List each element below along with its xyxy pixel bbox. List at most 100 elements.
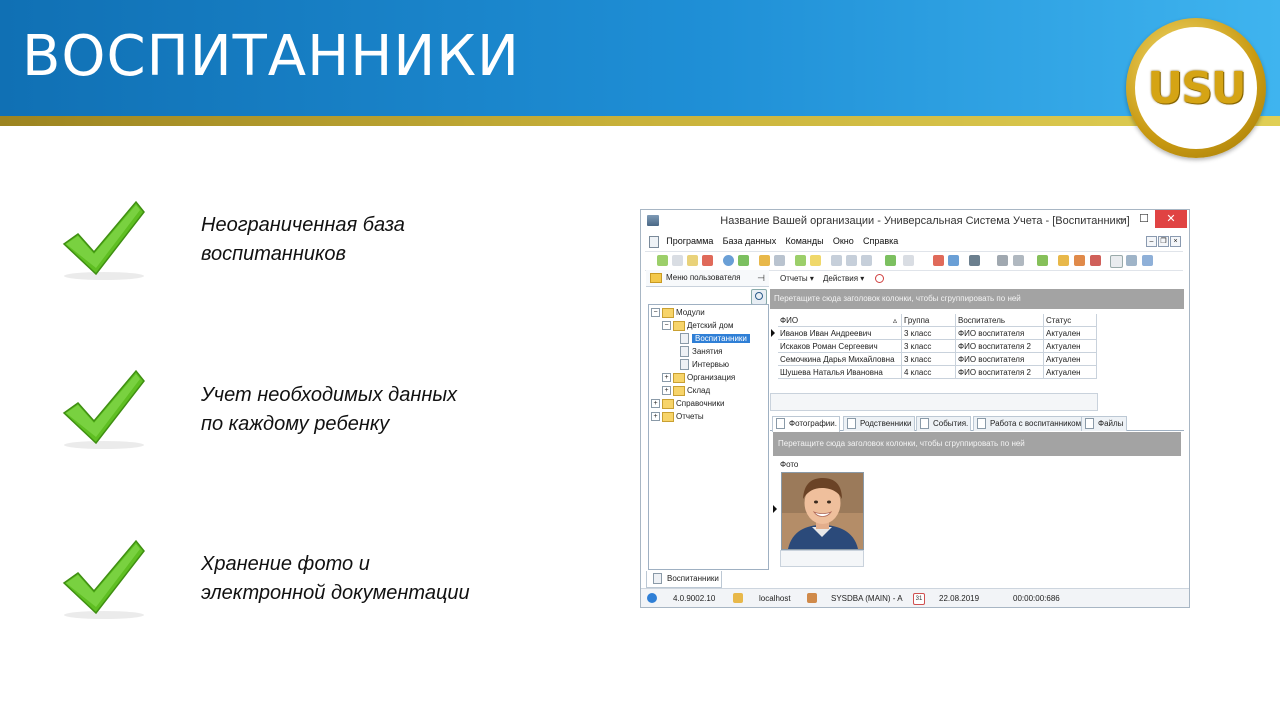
settings-icon[interactable] [1013,255,1024,266]
expand-icon[interactable]: + [651,399,660,409]
table-row[interactable]: Искаков Роман Сергеевич 3 класс ФИО восп… [770,340,1100,353]
group-panel[interactable]: Перетащите сюда заголовок колонки, чтобы… [770,289,1184,309]
tree-node-label: Детский дом [687,321,734,330]
cell-teacher[interactable]: ФИО воспитателя [956,327,1044,340]
search-icon[interactable] [751,289,767,305]
mdi-minimize-icon[interactable]: – [1146,236,1157,247]
column-header-fio[interactable]: ФИО ▵ [778,314,902,327]
cell-teacher[interactable]: ФИО воспитателя [956,353,1044,366]
export-icon[interactable] [885,255,896,266]
window-icon[interactable] [933,255,944,266]
actions-menu-button[interactable]: Действия ▾ [823,270,864,288]
note-icon[interactable] [810,255,821,266]
cell-status[interactable]: Актуален [1044,340,1097,353]
tree-node-pupils[interactable]: Воспитанники [680,333,750,345]
page-icon [680,346,689,358]
cell-teacher[interactable]: ФИО воспитателя 2 [956,340,1044,353]
grid-settings-icon[interactable] [861,255,872,266]
expand-icon[interactable]: + [662,373,671,383]
table-row[interactable]: Семочкина Дарья Михайловна 3 класс ФИО в… [770,353,1100,366]
module-toolbar: Отчеты ▾ Действия ▾ [770,270,1184,288]
info-icon [647,593,657,603]
filter-icon[interactable] [759,255,770,266]
expand-icon[interactable] [846,255,857,266]
export-dropdown-icon[interactable] [903,255,914,266]
tree-node-references[interactable]: + Справочники [651,398,724,410]
tree-node-orphanage[interactable]: − Детский дом [662,320,733,332]
cancel-icon[interactable] [875,274,884,283]
cell-status[interactable]: Актуален [1044,327,1097,340]
add-record-icon[interactable] [657,255,668,266]
menu-commands[interactable]: Команды [785,234,823,249]
maximize-button[interactable]: ☐ [1133,210,1155,228]
menu-window[interactable]: Окно [833,234,854,249]
window-new-icon[interactable] [948,255,959,266]
calendar-icon[interactable] [1110,255,1123,268]
column-header-group[interactable]: Группа [902,314,956,327]
close-button[interactable]: ✕ [1155,210,1187,228]
database-icon [733,593,743,603]
menu-program[interactable]: Программа [666,234,713,249]
module-tree: − Модули − Детский дом Воспитанники Заняти… [648,304,769,570]
tree-node-interview[interactable]: Интервью [680,359,729,371]
feature-unlimited-database: Неограниченная база воспитанников [201,211,405,269]
collapse-icon[interactable] [831,255,842,266]
tab-pupils-window[interactable]: Воспитанники [646,571,722,588]
cell-status[interactable]: Актуален [1044,366,1097,379]
cell-teacher[interactable]: ФИО воспитателя 2 [956,366,1044,379]
users-icon[interactable] [1074,255,1085,266]
tools-icon[interactable] [997,255,1008,266]
delete-icon[interactable] [702,255,713,266]
detail-group-panel[interactable]: Перетащите сюда заголовок колонки, чтобы… [773,432,1181,456]
cell-status[interactable]: Актуален [1044,353,1097,366]
collapse-icon[interactable]: − [662,321,671,331]
print-icon[interactable] [969,255,980,266]
menu-help[interactable]: Справка [863,234,898,249]
photo-column-header[interactable]: Фото [780,460,862,469]
menu-database[interactable]: База данных [723,234,777,249]
cell-group[interactable]: 3 класс [902,327,956,340]
filter-clear-icon[interactable] [774,255,785,266]
copy-icon[interactable] [672,255,683,266]
cell-fio[interactable]: Семочкина Дарья Михайловна [778,353,902,366]
reports-menu-button[interactable]: Отчеты ▾ [780,270,814,288]
tab-relatives[interactable]: Родственники [843,416,915,431]
column-header-teacher[interactable]: Воспитатель [956,314,1044,327]
cell-fio[interactable]: Иванов Иван Андреевич [778,327,902,340]
tab-files[interactable]: Файлы [1081,416,1127,431]
page-icon [680,333,689,345]
import-icon[interactable] [795,255,806,266]
column-header-status[interactable]: Статус [1044,314,1097,327]
table-row[interactable]: Иванов Иван Андреевич 3 класс ФИО воспит… [770,327,1100,340]
audit-icon[interactable] [1090,255,1101,266]
tree-node-modules[interactable]: − Модули [651,307,705,319]
tab-events[interactable]: События. [916,416,972,431]
tab-work-with-pupil[interactable]: Работа с воспитанником [973,416,1085,431]
chart-icon[interactable] [1037,255,1048,266]
cell-group[interactable]: 3 класс [902,340,956,353]
cell-fio[interactable]: Искаков Роман Сергеевич [778,340,902,353]
table-row[interactable]: Шушева Наталья Ивановна 4 класс ФИО восп… [770,366,1100,379]
tree-node-classes[interactable]: Занятия [680,346,723,358]
tree-node-warehouse[interactable]: + Склад [662,385,710,397]
search-icon[interactable] [723,255,734,266]
pupil-photo[interactable] [781,472,864,550]
edit-icon[interactable] [687,255,698,266]
cell-group[interactable]: 4 класс [902,366,956,379]
refresh-icon[interactable] [738,255,749,266]
collapse-icon[interactable]: − [651,308,660,318]
tree-node-organization[interactable]: + Организация [662,372,735,384]
cell-fio[interactable]: Шушева Наталья Ивановна [778,366,902,379]
mdi-close-icon[interactable]: × [1170,236,1181,247]
expand-icon[interactable]: + [651,412,660,422]
send-icon[interactable] [1142,255,1153,266]
mdi-restore-icon[interactable]: ❐ [1158,236,1169,247]
tree-node-reports[interactable]: + Отчеты [651,411,704,423]
pin-icon[interactable]: ⊣ [757,270,765,286]
minimize-button[interactable]: – [1111,210,1133,228]
tab-photos[interactable]: Фотографии. [772,416,841,432]
cell-group[interactable]: 3 класс [902,353,956,366]
expand-icon[interactable]: + [662,386,671,396]
printer-icon[interactable] [1126,255,1137,266]
lock-icon[interactable] [1058,255,1069,266]
